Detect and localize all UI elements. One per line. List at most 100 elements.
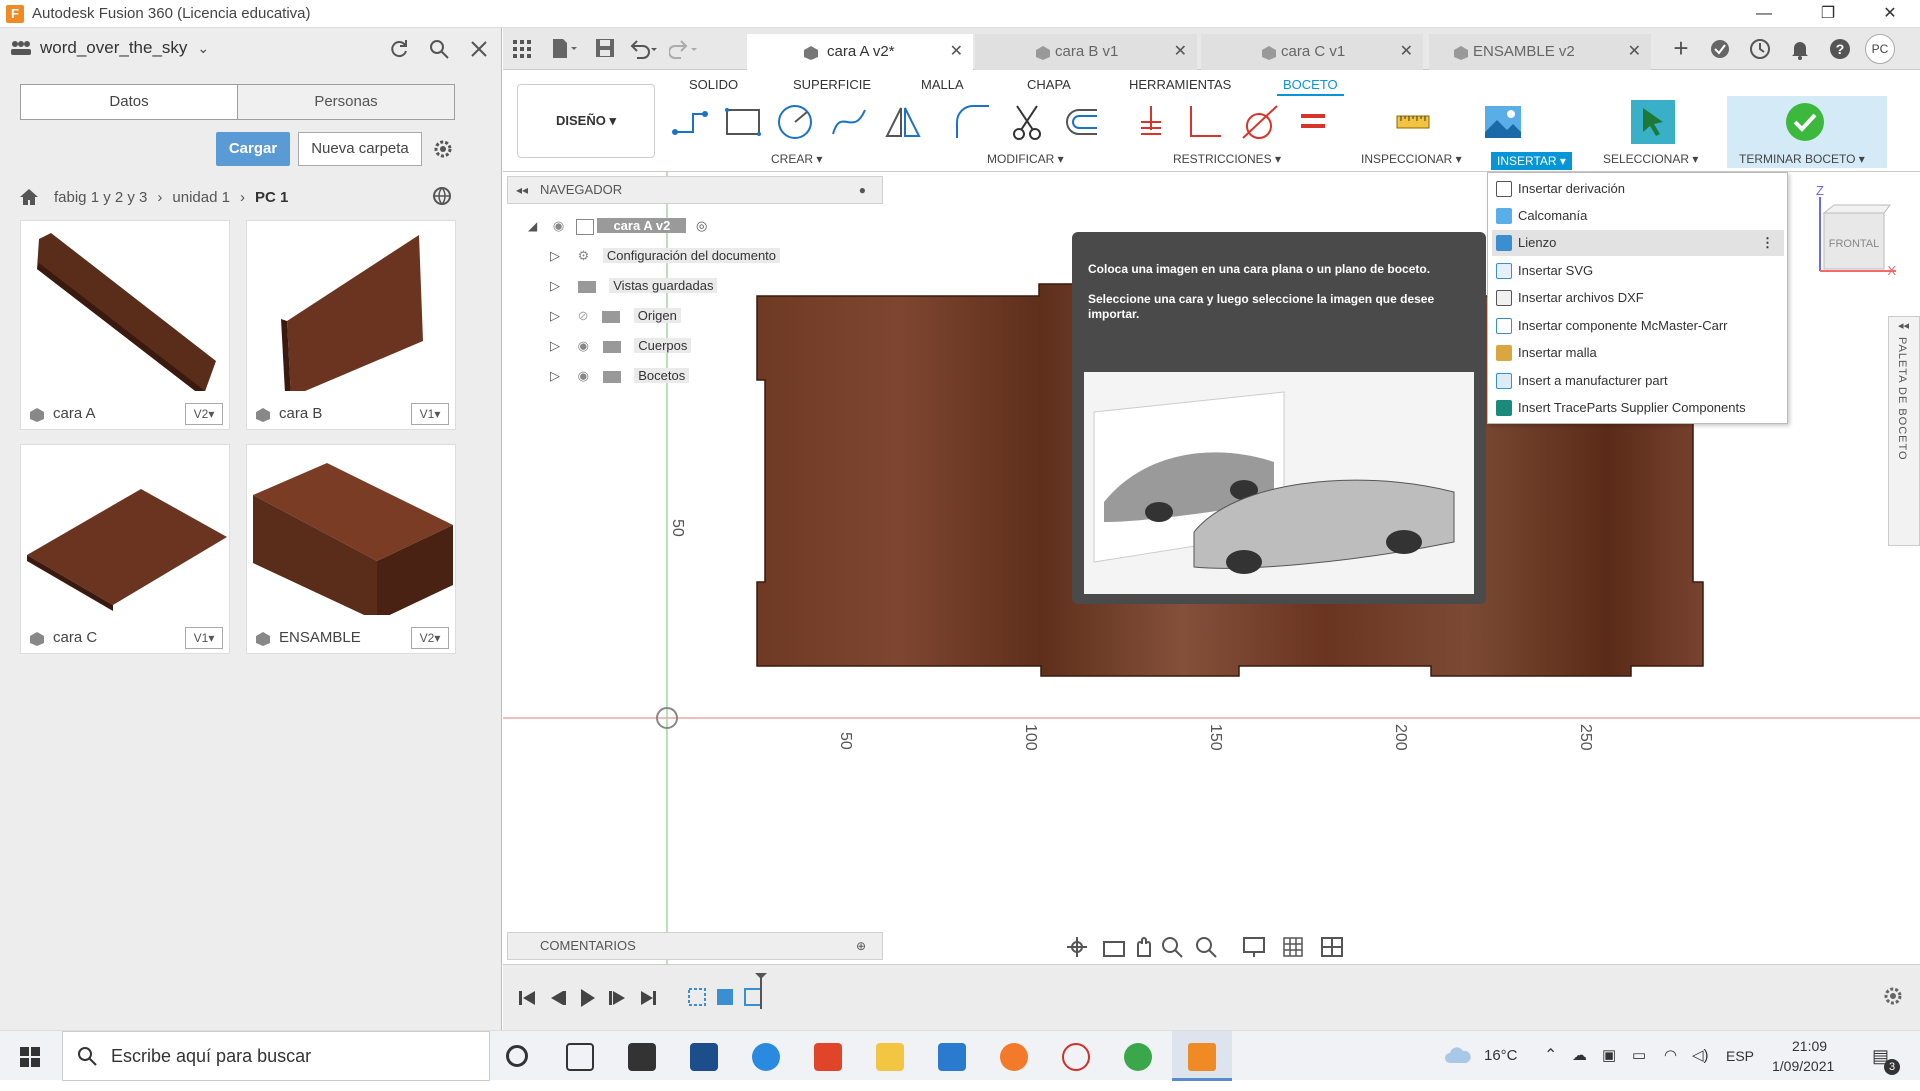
task-view-icon[interactable] — [566, 1043, 594, 1071]
circle-tool-icon[interactable] — [775, 102, 815, 142]
fusion-360-taskbar-button[interactable] — [1172, 1031, 1232, 1081]
input-language[interactable]: ESP — [1726, 1031, 1754, 1081]
autodesk-app-icon[interactable] — [690, 1043, 718, 1071]
edge-browser-icon[interactable] — [752, 1043, 780, 1071]
fillet-tool-icon[interactable] — [953, 102, 993, 142]
close-window-button[interactable]: ✕ — [1862, 0, 1918, 28]
device-icon[interactable]: ▣ — [1602, 1031, 1616, 1081]
file-menu-icon[interactable] — [551, 38, 579, 60]
tab-datos[interactable]: Datos — [20, 84, 238, 120]
home-icon[interactable] — [18, 187, 40, 207]
extrude-feature-icon[interactable] — [717, 989, 733, 1005]
navigator-item-label[interactable]: Configuración del documento — [602, 248, 781, 263]
zoom-icon[interactable] — [1162, 937, 1183, 958]
file-card-cara-c[interactable]: cara C V1▾ — [20, 444, 230, 654]
menu-item-insertar-svg[interactable]: Insertar SVG — [1492, 258, 1784, 284]
menu-item-traceparts[interactable]: Insert TraceParts Supplier Components — [1492, 395, 1784, 421]
undo-icon[interactable] — [629, 38, 659, 60]
close-tab-icon[interactable]: ✕ — [950, 34, 963, 70]
menu-item-calcomania[interactable]: Calcomanía — [1492, 203, 1784, 229]
minimize-panel-icon[interactable]: ● — [859, 177, 866, 203]
tab-boceto[interactable]: BOCETO — [1277, 74, 1344, 96]
navigator-item-label[interactable]: Bocetos — [634, 368, 690, 383]
file-card-ensamble[interactable]: ENSAMBLE V2▾ — [246, 444, 456, 654]
group-seleccionar[interactable]: SELECCIONAR ▾ — [1603, 152, 1698, 166]
visibility-eye-icon[interactable]: ◉ — [578, 368, 589, 383]
perpendicular-constraint-icon[interactable] — [1185, 102, 1225, 142]
redo-icon[interactable] — [669, 38, 699, 60]
file-explorer-icon[interactable] — [876, 1043, 904, 1071]
onedrive-cloud-icon[interactable]: ☁ — [1572, 1031, 1587, 1081]
globe-icon[interactable] — [432, 186, 452, 206]
grid-settings-icon[interactable] — [1283, 937, 1303, 957]
viewcube[interactable]: Z X FRONTAL — [1810, 183, 1900, 278]
clock-date[interactable]: 1/09/2021 — [1772, 1041, 1834, 1091]
go-to-start-icon[interactable] — [519, 991, 535, 1005]
navigator-root[interactable]: ◢ ◉ cara A v2 ◎ — [528, 214, 707, 238]
finish-sketch-check-icon[interactable] — [1785, 102, 1825, 142]
restore-button[interactable]: ❐ — [1800, 0, 1856, 28]
expand-triangle-icon[interactable]: ▷ — [550, 368, 560, 383]
expand-triangle-icon[interactable]: ▷ — [550, 248, 560, 263]
comments-panel-header[interactable]: COMENTARIOS ⊕ — [507, 932, 883, 960]
minimize-button[interactable]: — — [1736, 0, 1792, 28]
menu-item-lienzo[interactable]: Lienzo ⋮ — [1492, 230, 1784, 256]
group-restricciones[interactable]: RESTRICCIONES ▾ — [1173, 152, 1281, 166]
viewcube-face-label[interactable]: FRONTAL — [1829, 238, 1880, 250]
search-icon[interactable] — [428, 38, 450, 60]
tangent-constraint-icon[interactable] — [1239, 102, 1279, 142]
step-forward-icon[interactable] — [609, 991, 625, 1005]
group-inspeccionar[interactable]: INSPECCIONAR ▾ — [1361, 152, 1462, 166]
step-back-icon[interactable] — [551, 991, 566, 1005]
cortana-icon[interactable] — [506, 1045, 528, 1067]
doc-tab-cara-c[interactable]: cara C v1 ✕ — [1201, 34, 1423, 70]
go-to-end-icon[interactable] — [641, 991, 656, 1005]
tab-chapa[interactable]: CHAPA — [1021, 74, 1077, 96]
close-tab-icon[interactable]: ✕ — [1174, 34, 1187, 70]
tab-solido[interactable]: SOLIDO — [683, 74, 744, 96]
notifications-bell-icon[interactable] — [1789, 38, 1811, 60]
active-sketch-feature-icon[interactable] — [744, 973, 767, 1009]
fusion-app-icon[interactable] — [1062, 1043, 1090, 1071]
navigator-item[interactable]: ▷ ◉ Bocetos — [550, 364, 690, 388]
doc-tab-cara-b[interactable]: cara B v1 ✕ — [975, 34, 1197, 70]
expand-triangle-icon[interactable]: ▷ — [550, 278, 560, 293]
doc-tab-ensamble[interactable]: ENSAMBLE v2 ✕ — [1429, 34, 1651, 70]
sketch-feature-icon[interactable] — [688, 988, 706, 1006]
close-tab-icon[interactable]: ✕ — [1400, 34, 1413, 70]
menu-item-manufacturer-part[interactable]: Insert a manufacturer part — [1492, 368, 1784, 394]
workspace-switcher[interactable]: DISEÑO ▾ — [517, 84, 655, 158]
orbit-icon[interactable] — [1067, 937, 1087, 957]
group-terminar-boceto[interactable]: TERMINAR BOCETO ▾ — [1739, 152, 1865, 166]
tab-personas[interactable]: Personas — [237, 84, 455, 120]
team-icon[interactable] — [10, 39, 32, 57]
line-tool-icon[interactable] — [669, 102, 709, 142]
visibility-eye-icon[interactable]: ◉ — [553, 218, 564, 233]
wifi-icon[interactable]: ◠ — [1664, 1031, 1677, 1081]
navigator-item[interactable]: ▷ ⊘ Origen — [550, 304, 681, 328]
coincident-constraint-icon[interactable] — [1131, 102, 1171, 142]
offset-tool-icon[interactable] — [1061, 102, 1101, 142]
expand-triangle-icon[interactable]: ▷ — [550, 308, 560, 323]
navigator-item-label[interactable]: Cuerpos — [634, 338, 692, 353]
navigator-item[interactable]: ▷ ⚙ Configuración del documento — [550, 244, 781, 268]
version-dropdown[interactable]: V2▾ — [185, 403, 223, 425]
group-modificar[interactable]: MODIFICAR ▾ — [987, 152, 1064, 166]
spline-tool-icon[interactable] — [829, 102, 869, 142]
navigator-item-label[interactable]: Vistas guardadas — [609, 278, 718, 293]
expand-triangle-icon[interactable]: ▷ — [550, 338, 560, 353]
visibility-eye-icon[interactable]: ◉ — [578, 338, 589, 353]
insert-image-icon[interactable] — [1483, 102, 1523, 142]
display-settings-icon[interactable] — [1243, 937, 1265, 957]
job-status-icon[interactable] — [1749, 38, 1771, 60]
firefox-icon[interactable] — [1000, 1043, 1028, 1071]
menu-item-insertar-malla[interactable]: Insertar malla — [1492, 340, 1784, 366]
file-card-cara-a[interactable]: cara A V2▾ — [20, 220, 230, 430]
menu-item-insertar-dxf[interactable]: Insertar archivos DXF — [1492, 285, 1784, 311]
battery-icon[interactable]: ▭ — [1632, 1031, 1646, 1081]
tab-malla[interactable]: MALLA — [915, 74, 970, 96]
gear-icon[interactable] — [432, 138, 454, 160]
more-options-icon[interactable]: ⋮ — [1761, 230, 1774, 256]
group-crear[interactable]: CREAR ▾ — [771, 152, 822, 166]
version-dropdown[interactable]: V2▾ — [411, 627, 449, 649]
